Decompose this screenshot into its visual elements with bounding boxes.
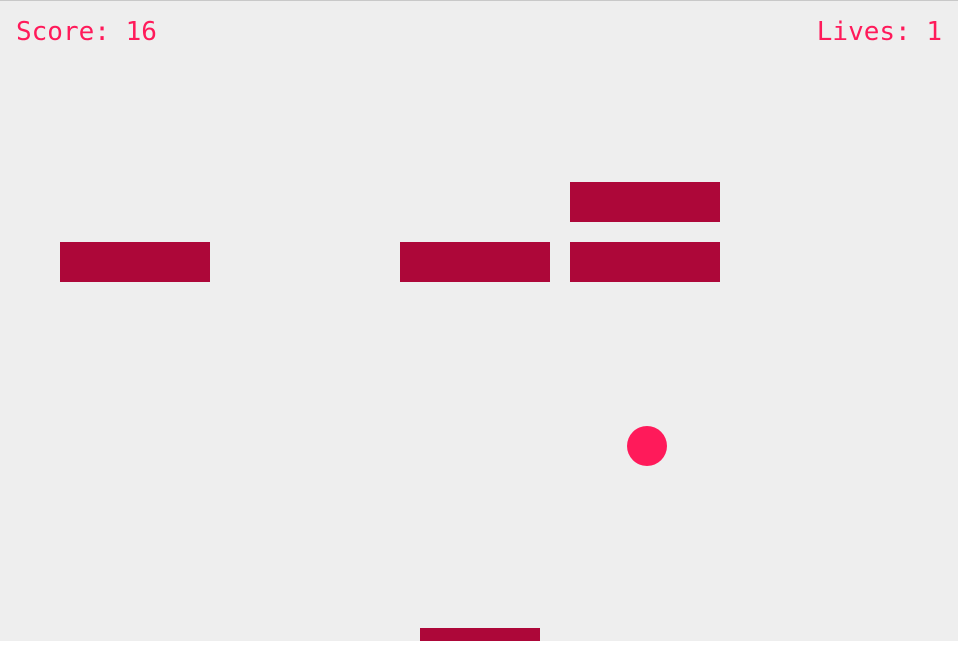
lives-label: Lives:: [816, 17, 911, 47]
brick: [400, 242, 550, 282]
score-value: 16: [125, 17, 157, 47]
lives-value: 1: [926, 17, 942, 47]
brick: [570, 242, 720, 282]
lives-display: Lives: 1: [817, 16, 942, 48]
paddle[interactable]: [420, 628, 540, 641]
brick: [60, 242, 210, 282]
brick: [570, 182, 720, 222]
score-label: Score:: [16, 17, 110, 47]
ball: [627, 426, 667, 466]
game-canvas[interactable]: Score: 16 Lives: 1: [0, 0, 958, 641]
score-display: Score: 16: [16, 16, 157, 48]
bottom-strip: [0, 641, 958, 646]
